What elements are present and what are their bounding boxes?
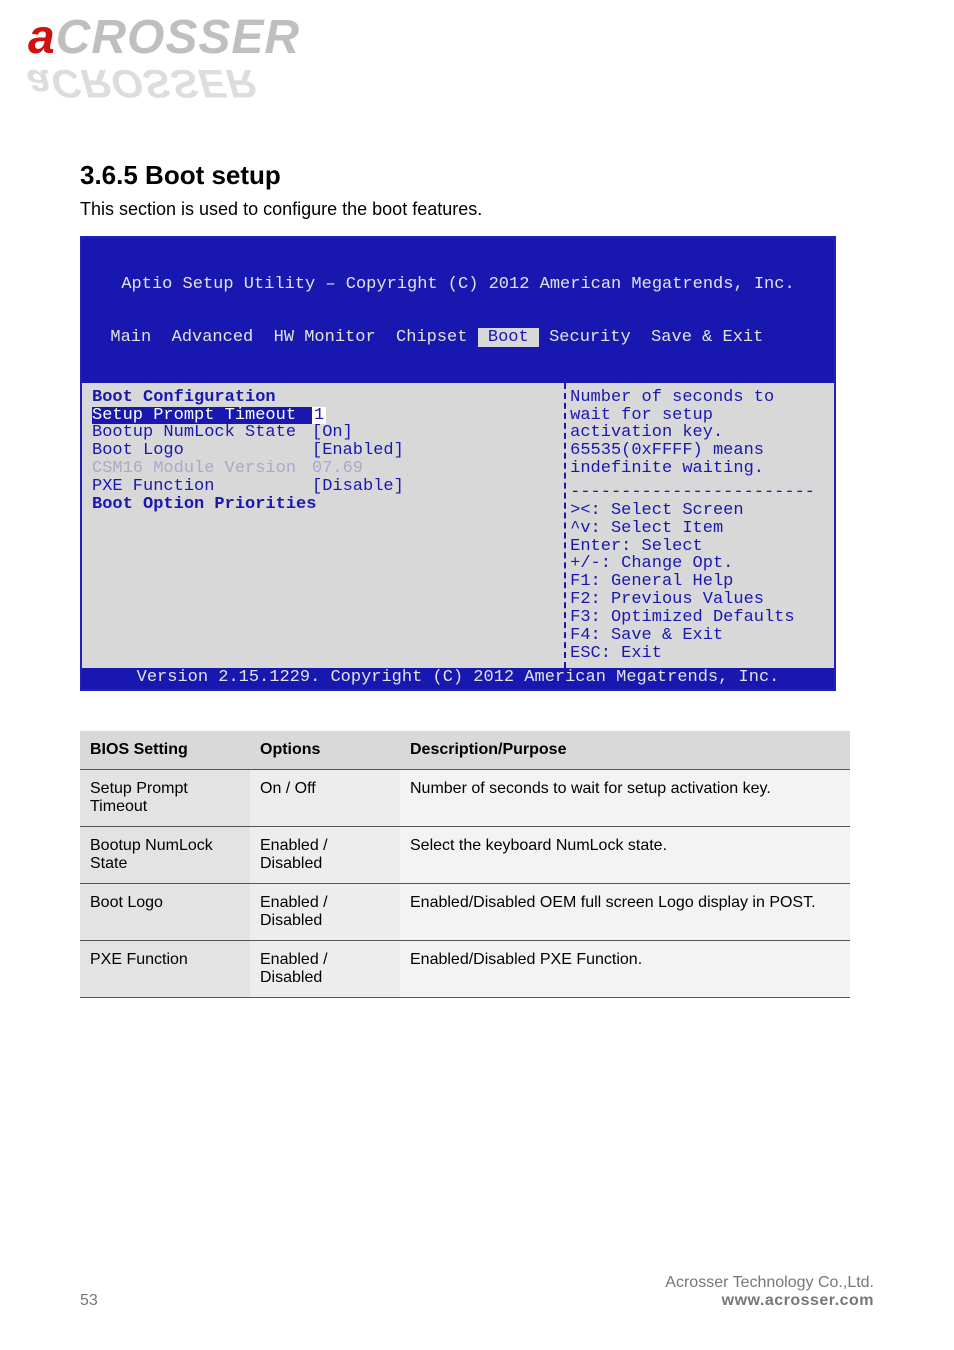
table-cell: Select the keyboard NumLock state.: [400, 827, 850, 884]
bios-row[interactable]: Setup Prompt Timeout1: [92, 407, 558, 425]
table-cell: Boot Logo: [80, 884, 250, 941]
footer-company: Acrosser Technology Co.,Ltd.: [665, 1274, 874, 1292]
help-divider: ------------------------: [570, 484, 830, 502]
bios-screenshot: Aptio Setup Utility – Copyright (C) 2012…: [80, 236, 836, 691]
logo-shadow: aCROSSER: [26, 60, 258, 105]
bios-row-value[interactable]: 1: [312, 407, 326, 425]
options-table: BIOS Setting Options Description/Purpose…: [80, 731, 850, 998]
table-cell: Enabled / Disabled: [250, 827, 400, 884]
bios-row-value: [Enabled]: [312, 442, 404, 460]
table-cell: On / Off: [250, 770, 400, 827]
section-body: This section is used to configure the bo…: [80, 199, 870, 220]
bios-row: Boot Option Priorities: [92, 496, 558, 514]
page-number: 53: [80, 1292, 98, 1310]
tabs-post: Security Save & Exit: [539, 328, 763, 347]
table-header-row: BIOS Setting Options Description/Purpose: [80, 731, 850, 770]
table-row: PXE FunctionEnabled / DisabledEnabled/Di…: [80, 941, 850, 998]
footer-url: www.acrosser.com: [665, 1292, 874, 1310]
bios-row-value: [On]: [312, 424, 353, 442]
bios-row-label: Setup Prompt Timeout: [92, 407, 312, 425]
table-row: Bootup NumLock StateEnabled / DisabledSe…: [80, 827, 850, 884]
bios-row-value: [Disable]: [312, 478, 404, 496]
th-options: Options: [250, 731, 400, 770]
bios-row: CSM16 Module Version07.69: [92, 460, 558, 478]
table-cell: Enabled/Disabled PXE Function.: [400, 941, 850, 998]
table-cell: Enabled / Disabled: [250, 884, 400, 941]
table-row: Boot LogoEnabled / DisabledEnabled/Disab…: [80, 884, 850, 941]
bios-row-label: Bootup NumLock State: [92, 424, 312, 442]
bios-body: Boot Configuration Setup Prompt Timeout1…: [82, 383, 834, 669]
bios-footer: Version 2.15.1229. Copyright (C) 2012 Am…: [82, 668, 834, 689]
table-cell: PXE Function: [80, 941, 250, 998]
bios-left-pane: Boot Configuration Setup Prompt Timeout1…: [82, 383, 564, 669]
brand-logo: aCROSSER aCROSSER: [28, 10, 300, 65]
page-footer: Acrosser Technology Co.,Ltd. www.acrosse…: [665, 1274, 874, 1310]
bios-row-label: Boot Logo: [92, 442, 312, 460]
bios-title: Aptio Setup Utility – Copyright (C) 2012…: [90, 276, 826, 294]
tabs-pre: Main Advanced HW Monitor Chipset: [90, 328, 478, 347]
boot-config-header: Boot Configuration: [92, 389, 558, 407]
table-cell: Enabled / Disabled: [250, 941, 400, 998]
bios-row-label: PXE Function: [92, 478, 312, 496]
bios-right-pane: Number of seconds to wait for setup acti…: [564, 383, 834, 669]
tab-boot[interactable]: Boot: [478, 328, 539, 347]
bios-row-label: CSM16 Module Version: [92, 460, 312, 478]
bios-row: PXE Function[Disable]: [92, 478, 558, 496]
bios-tabs: Main Advanced HW Monitor Chipset Boot Se…: [90, 329, 826, 347]
logo-a: a: [28, 11, 56, 64]
bios-header: Aptio Setup Utility – Copyright (C) 2012…: [82, 238, 834, 383]
bios-row-label: Boot Option Priorities: [92, 496, 312, 514]
bios-row: Bootup NumLock State[On]: [92, 424, 558, 442]
bios-row-value: 07.69: [312, 460, 363, 478]
table-cell: Bootup NumLock State: [80, 827, 250, 884]
help-text: Number of seconds to wait for setup acti…: [570, 389, 830, 478]
table-row: Setup Prompt TimeoutOn / OffNumber of se…: [80, 770, 850, 827]
logo-rest: CROSSER: [56, 11, 300, 64]
table-cell: Setup Prompt Timeout: [80, 770, 250, 827]
bios-row: Boot Logo[Enabled]: [92, 442, 558, 460]
th-desc: Description/Purpose: [400, 731, 850, 770]
table-cell: Number of seconds to wait for setup acti…: [400, 770, 850, 827]
keys-help: ><: Select Screen ^v: Select Item Enter:…: [570, 502, 830, 663]
page-content: 3.6.5 Boot setup This section is used to…: [80, 160, 870, 998]
section-heading: 3.6.5 Boot setup: [80, 160, 870, 191]
th-setting: BIOS Setting: [80, 731, 250, 770]
table-cell: Enabled/Disabled OEM full screen Logo di…: [400, 884, 850, 941]
